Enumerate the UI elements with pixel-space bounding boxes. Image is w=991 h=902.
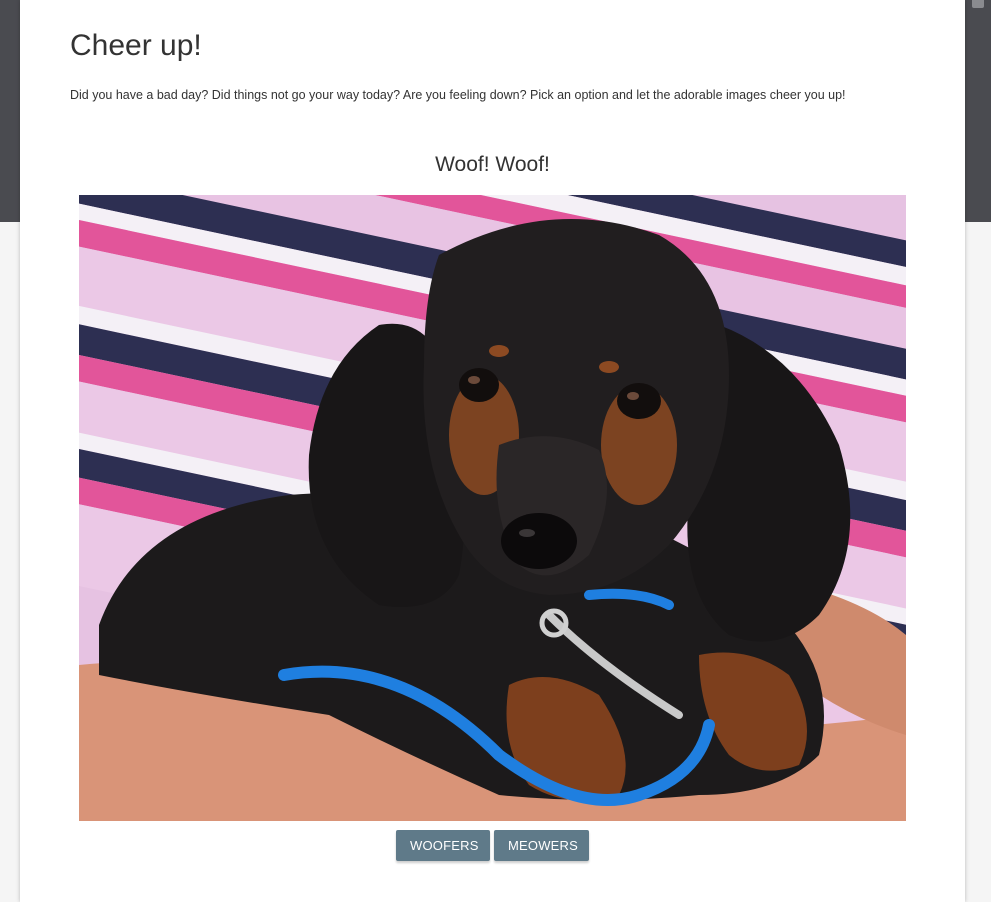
- scrollbar-thumb[interactable]: [972, 0, 984, 8]
- animal-choice-buttons: WOOFERS MEOWERS: [396, 830, 589, 861]
- image-heading: Woof! Woof!: [435, 153, 550, 176]
- woofers-button[interactable]: WOOFERS: [396, 830, 490, 861]
- intro-text: Did you have a bad day? Did things not g…: [70, 88, 846, 102]
- main-card: Cheer up! Did you have a bad day? Did th…: [20, 0, 965, 902]
- meowers-button[interactable]: MEOWERS: [494, 830, 589, 861]
- puppy-photo: [79, 195, 906, 821]
- page-title: Cheer up!: [70, 29, 202, 62]
